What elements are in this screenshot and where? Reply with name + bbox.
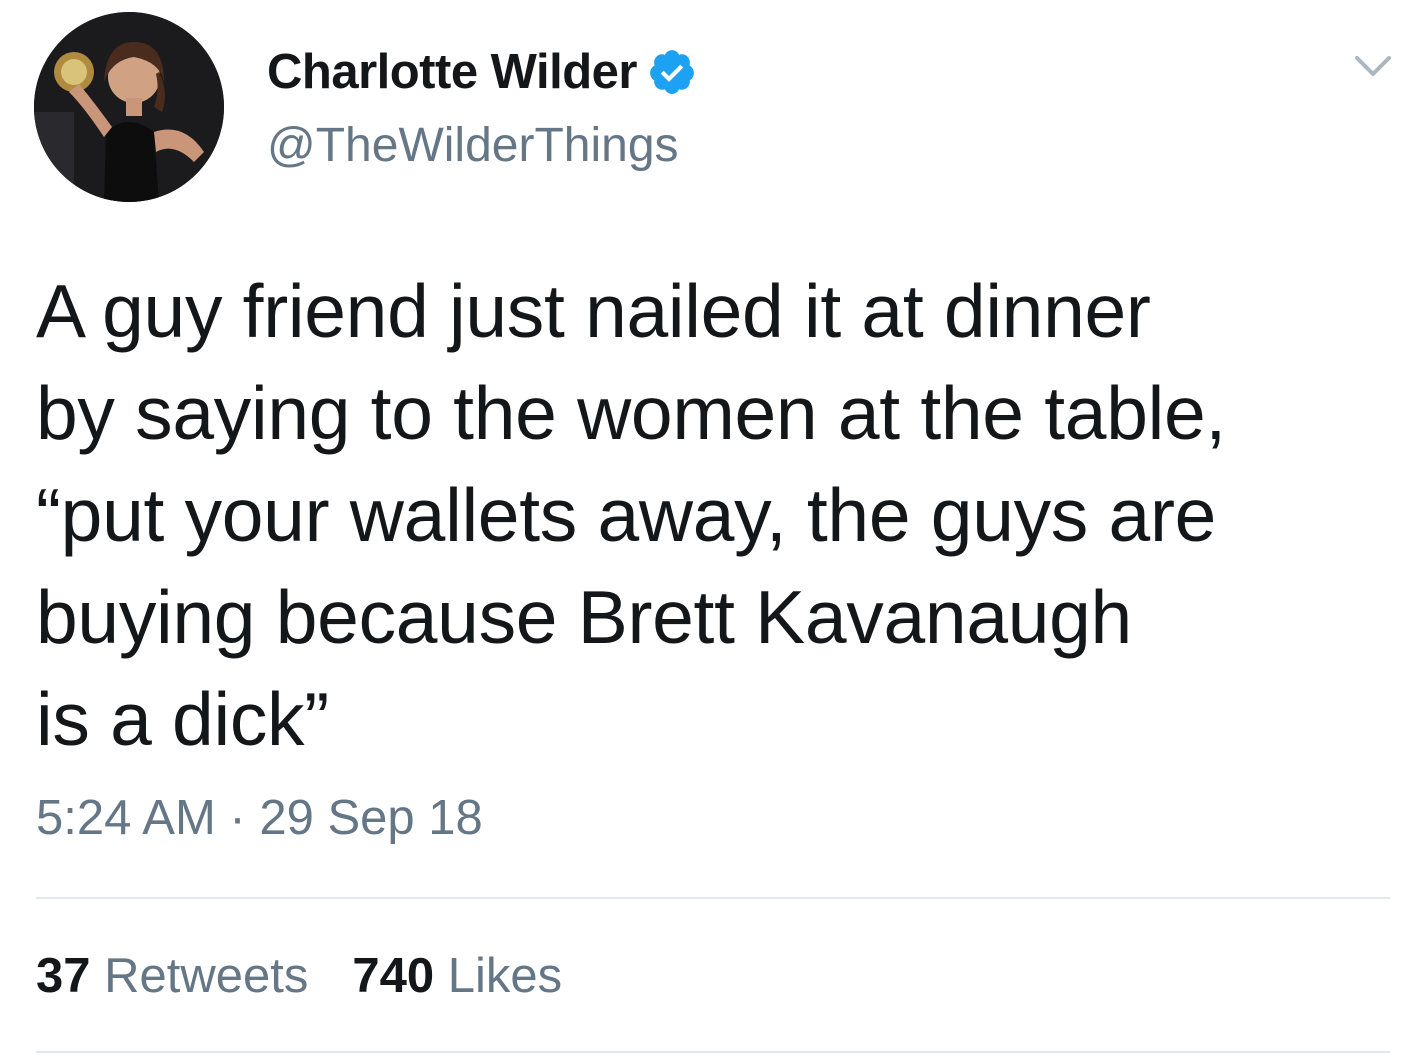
divider <box>36 1051 1390 1053</box>
timestamp-separator: · <box>229 791 246 845</box>
divider <box>36 897 1390 899</box>
retweets-stat[interactable]: 37 Retweets <box>36 948 308 1004</box>
tweet-date: 29 Sep 18 <box>259 791 483 845</box>
retweets-count: 37 <box>36 949 91 1003</box>
tweet-timestamp[interactable]: 5:24 AM · 29 Sep 18 <box>36 790 483 846</box>
verified-badge-icon <box>647 47 697 97</box>
avatar-photo <box>34 12 224 202</box>
author-handle[interactable]: @TheWilderThings <box>267 118 679 173</box>
likes-count: 740 <box>352 949 435 1003</box>
chevron-down-icon[interactable] <box>1353 52 1393 80</box>
author-name-row: Charlotte Wilder <box>267 40 697 104</box>
tweet-text: A guy friend just nailed it at dinner by… <box>36 269 1226 761</box>
avatar[interactable] <box>34 12 224 202</box>
likes-label: Likes <box>447 949 563 1003</box>
retweets-label: Retweets <box>104 949 309 1003</box>
likes-stat[interactable]: 740 Likes <box>352 948 562 1004</box>
tweet-time: 5:24 AM <box>36 791 216 845</box>
tweet-stats: 37 Retweets 740 Likes <box>36 948 562 1004</box>
author-display-name[interactable]: Charlotte Wilder <box>267 44 637 100</box>
